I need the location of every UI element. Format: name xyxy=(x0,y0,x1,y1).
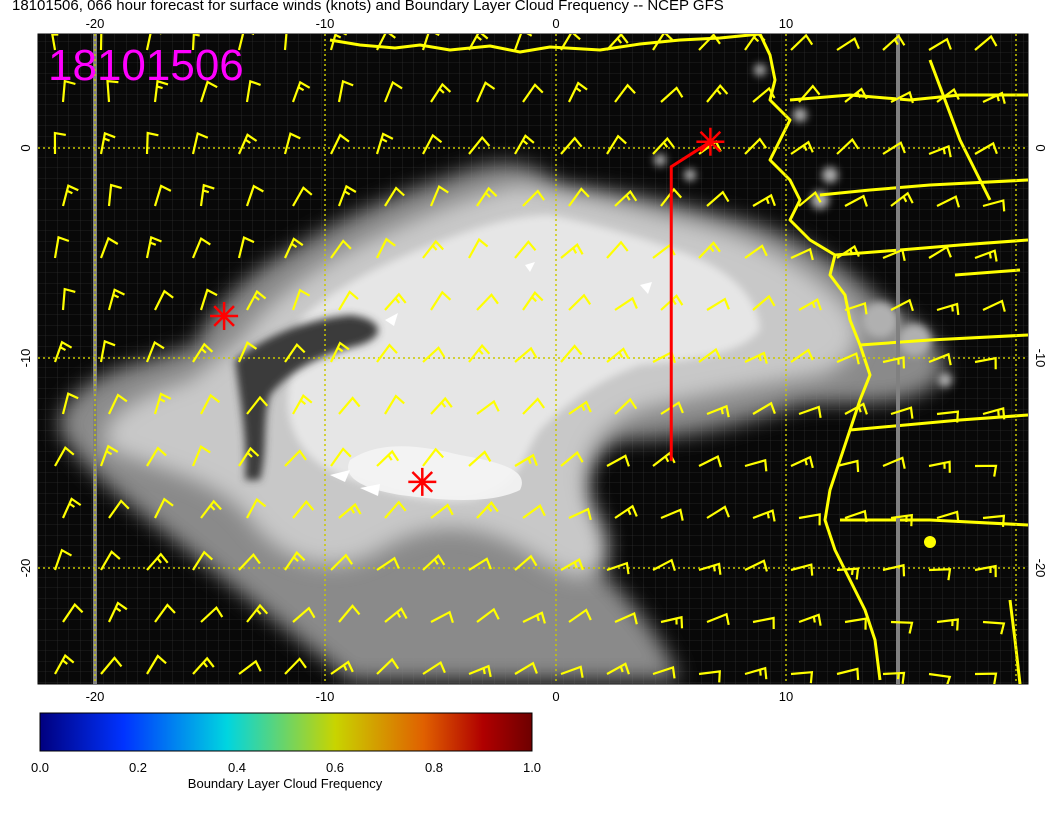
y-tick-label: -20 xyxy=(1033,559,1048,578)
colorbar-tick-label: 0.8 xyxy=(424,760,444,775)
location-marker xyxy=(696,127,725,156)
y-axis-left: 0 -10 -20 xyxy=(18,144,33,577)
y-tick-label: 0 xyxy=(1033,144,1048,151)
map-figure: -20 -10 0 10 -20 -10 0 10 0 -10 -20 0 -1… xyxy=(18,16,1048,752)
y-tick-label: -20 xyxy=(18,559,33,578)
location-marker xyxy=(210,302,239,330)
x-tick-label: 0 xyxy=(552,16,559,31)
y-tick-label: -10 xyxy=(18,349,33,368)
colorbar-tick-label: 1.0 xyxy=(522,760,542,775)
x-tick-label: 10 xyxy=(779,689,793,704)
location-marker xyxy=(408,467,437,496)
x-axis-top: -20 -10 0 10 xyxy=(86,16,794,31)
colorbar-tick-label: 0.2 xyxy=(128,760,148,775)
colorbar-tick-label: 0.4 xyxy=(227,760,247,775)
y-tick-label: -10 xyxy=(1033,349,1048,368)
y-axis-right: 0 -10 -20 xyxy=(1033,144,1048,577)
x-tick-label: 10 xyxy=(779,16,793,31)
x-tick-label: -10 xyxy=(316,689,335,704)
x-tick-label: -20 xyxy=(86,689,105,704)
colorbar-tick-label: 0.6 xyxy=(325,760,345,775)
colorbar xyxy=(39,712,533,752)
island xyxy=(924,536,936,548)
x-tick-label: -20 xyxy=(86,16,105,31)
x-tick-label: 0 xyxy=(552,689,559,704)
date-stamp: 18101506 xyxy=(48,41,244,90)
x-tick-label: -10 xyxy=(316,16,335,31)
colorbar-title: Boundary Layer Cloud Frequency xyxy=(187,776,383,791)
colorbar-tick-label: 0.0 xyxy=(30,760,50,775)
y-tick-label: 0 xyxy=(18,144,33,151)
x-axis-bottom: -20 -10 0 10 xyxy=(86,689,794,704)
